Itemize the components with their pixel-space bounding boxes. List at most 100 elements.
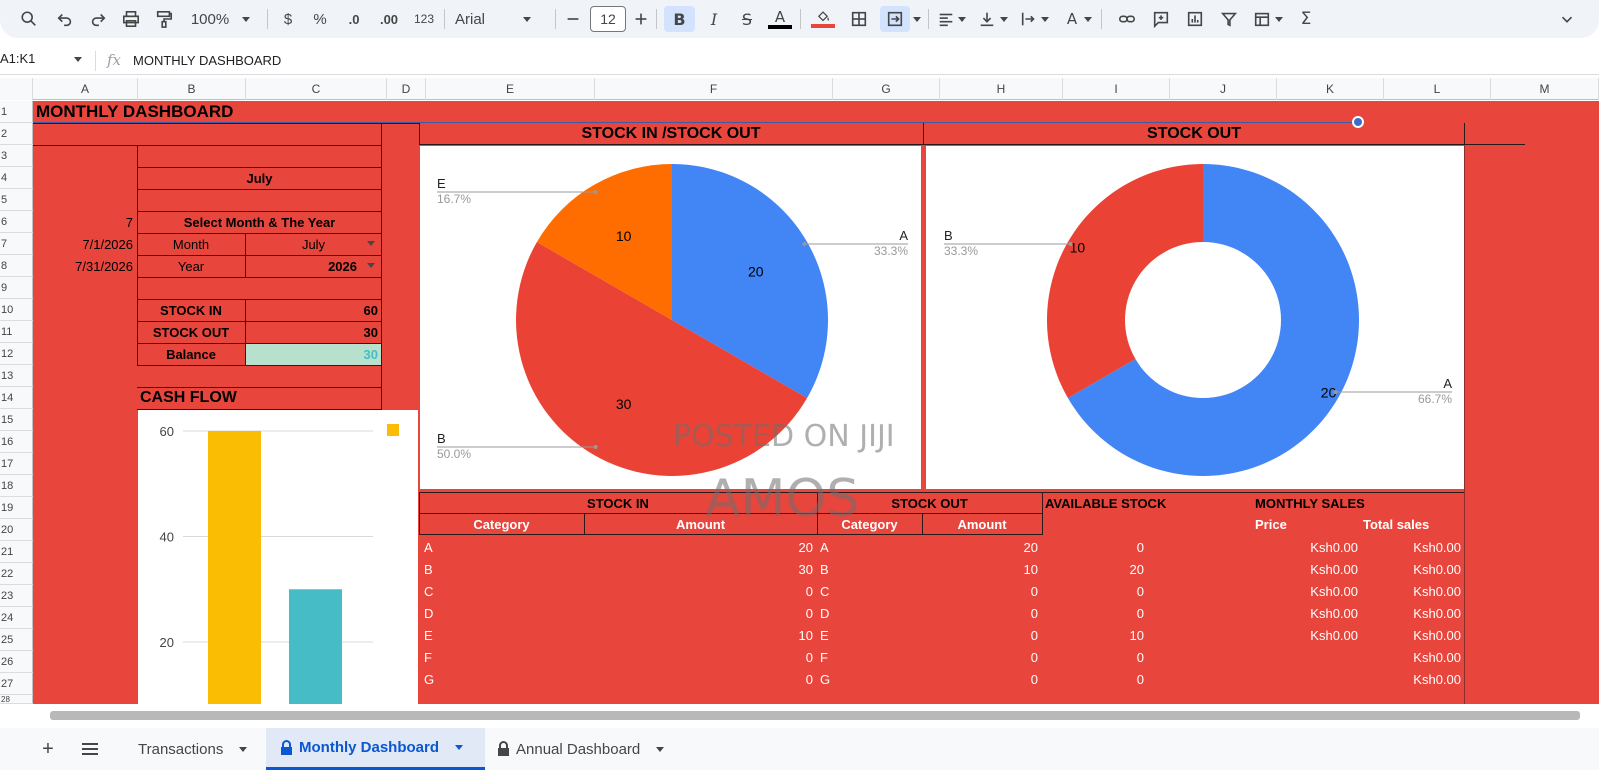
row-header[interactable]: 10 <box>0 299 33 321</box>
stock-out-category-cell[interactable]: B <box>820 558 920 580</box>
stock-out-category-cell[interactable]: F <box>820 646 920 668</box>
stock-out-amount-cell[interactable]: 0 <box>922 646 1038 668</box>
stock-out-category-cell[interactable]: G <box>820 668 920 690</box>
column-header[interactable]: M <box>1491 78 1599 100</box>
increase-font-size-icon[interactable] <box>631 6 651 32</box>
font-family-select[interactable]: Arial <box>455 6 535 32</box>
available-stock-cell[interactable]: 0 <box>1042 602 1144 624</box>
column-header[interactable]: J <box>1170 78 1277 100</box>
increase-decimal-button[interactable]: .00 <box>372 6 406 32</box>
row-header[interactable]: 5 <box>0 189 33 211</box>
column-header[interactable]: I <box>1063 78 1170 100</box>
borders-icon[interactable] <box>847 6 871 32</box>
functions-icon[interactable]: Σ <box>1296 6 1316 32</box>
stock-in-amount-cell[interactable]: 0 <box>584 580 813 602</box>
total-sales-cell[interactable]: Ksh0.00 <box>1363 558 1461 580</box>
row-header[interactable]: 22 <box>0 563 33 585</box>
stock-in-category-cell[interactable]: B <box>424 558 584 580</box>
month-number-cell[interactable]: 7 <box>33 211 133 233</box>
stock-out-amount-cell[interactable]: 0 <box>922 602 1038 624</box>
chevron-down-icon[interactable] <box>455 745 464 750</box>
stock-in-amount-cell[interactable]: 0 <box>584 646 813 668</box>
price-cell[interactable] <box>1253 646 1358 668</box>
stock-out-amount-cell[interactable]: 10 <box>922 558 1038 580</box>
redo-icon[interactable] <box>86 6 110 32</box>
row-header[interactable]: 27 <box>0 673 33 695</box>
dashboard-title[interactable]: MONTHLY DASHBOARD <box>36 101 233 123</box>
end-date-cell[interactable]: 7/31/2026 <box>33 255 133 277</box>
stock-out-category-cell[interactable]: E <box>820 624 920 646</box>
row-header[interactable]: 11 <box>0 321 33 343</box>
row-header[interactable]: 23 <box>0 585 33 607</box>
insert-chart-icon[interactable] <box>1183 6 1207 32</box>
stock-out-amount-cell[interactable]: 0 <box>922 580 1038 602</box>
row-header[interactable]: 13 <box>0 365 33 387</box>
filter-icon[interactable] <box>1217 6 1241 32</box>
column-header[interactable]: F <box>595 78 833 100</box>
add-sheet-icon[interactable]: + <box>38 728 58 770</box>
row-header[interactable]: 3 <box>0 145 33 167</box>
font-size-input[interactable]: 12 <box>590 6 626 32</box>
price-cell[interactable]: Ksh0.00 <box>1253 558 1358 580</box>
paint-format-icon[interactable] <box>152 6 176 32</box>
row-header[interactable]: 7 <box>0 233 33 255</box>
italic-icon[interactable]: I <box>702 6 726 32</box>
chevron-down-icon[interactable] <box>367 241 375 246</box>
search-menus-icon[interactable] <box>17 6 41 32</box>
insert-link-icon[interactable] <box>1115 6 1139 32</box>
chevron-down-icon[interactable] <box>656 746 665 752</box>
merge-cells-icon[interactable] <box>880 6 910 32</box>
row-header[interactable]: 28 <box>0 695 33 704</box>
stock-out-donut-chart[interactable]: 20 A 66.7% 10 B 33.3% <box>926 146 1464 489</box>
row-header[interactable]: 17 <box>0 453 33 475</box>
stock-in-category-cell[interactable]: G <box>424 668 584 690</box>
text-rotation-caret-icon[interactable] <box>1083 6 1093 32</box>
row-header[interactable]: 25 <box>0 629 33 651</box>
stock-in-category-cell[interactable]: A <box>424 536 584 558</box>
column-header[interactable]: E <box>426 78 595 100</box>
text-wrapping-caret-icon[interactable] <box>1040 6 1050 32</box>
filter-views-icon[interactable] <box>1250 6 1274 32</box>
vertical-align-caret-icon[interactable] <box>999 6 1009 32</box>
price-cell[interactable]: Ksh0.00 <box>1253 624 1358 646</box>
horizontal-scrollbar[interactable] <box>50 711 1580 720</box>
row-header[interactable]: 6 <box>0 211 33 233</box>
decrease-font-size-icon[interactable] <box>563 6 583 32</box>
row-header[interactable]: 21 <box>0 541 33 563</box>
start-date-cell[interactable]: 7/1/2026 <box>33 233 133 255</box>
row-header[interactable]: 14 <box>0 387 33 409</box>
align-caret-icon[interactable] <box>957 6 967 32</box>
row-header[interactable]: 2 <box>0 123 33 145</box>
align-left-icon[interactable] <box>935 6 957 32</box>
stock-out-amount-cell[interactable]: 20 <box>922 536 1038 558</box>
stock-in-category-cell[interactable]: F <box>424 646 584 668</box>
price-cell[interactable]: Ksh0.00 <box>1253 580 1358 602</box>
strikethrough-icon[interactable]: S <box>735 6 759 32</box>
select-all-corner[interactable] <box>0 78 33 100</box>
total-sales-cell[interactable]: Ksh0.00 <box>1363 624 1461 646</box>
all-sheets-icon[interactable] <box>78 728 102 770</box>
text-rotation-icon[interactable]: A <box>1061 6 1083 32</box>
column-header[interactable]: G <box>833 78 940 100</box>
stock-in-category-cell[interactable]: D <box>424 602 584 624</box>
row-header[interactable]: 16 <box>0 431 33 453</box>
tab-monthly-dashboard[interactable]: Monthly Dashboard <box>266 728 485 770</box>
merge-caret-icon[interactable] <box>912 6 922 32</box>
row-header[interactable]: 19 <box>0 497 33 519</box>
insert-comment-icon[interactable] <box>1149 6 1173 32</box>
stock-out-category-cell[interactable]: C <box>820 580 920 602</box>
row-header[interactable]: 1 <box>0 101 33 123</box>
available-stock-cell[interactable]: 10 <box>1042 624 1144 646</box>
price-cell[interactable]: Ksh0.00 <box>1253 602 1358 624</box>
stock-in-category-cell[interactable]: C <box>424 580 584 602</box>
balance-value[interactable]: 30 <box>246 344 381 365</box>
column-header[interactable]: H <box>940 78 1063 100</box>
total-sales-cell[interactable]: Ksh0.00 <box>1363 536 1461 558</box>
available-stock-cell[interactable]: 0 <box>1042 668 1144 690</box>
row-header[interactable]: 20 <box>0 519 33 541</box>
stock-out-amount-cell[interactable]: 0 <box>922 668 1038 690</box>
stock-in-amount-cell[interactable]: 0 <box>584 602 813 624</box>
row-header[interactable]: 18 <box>0 475 33 497</box>
available-stock-cell[interactable]: 20 <box>1042 558 1144 580</box>
available-stock-cell[interactable]: 0 <box>1042 646 1144 668</box>
